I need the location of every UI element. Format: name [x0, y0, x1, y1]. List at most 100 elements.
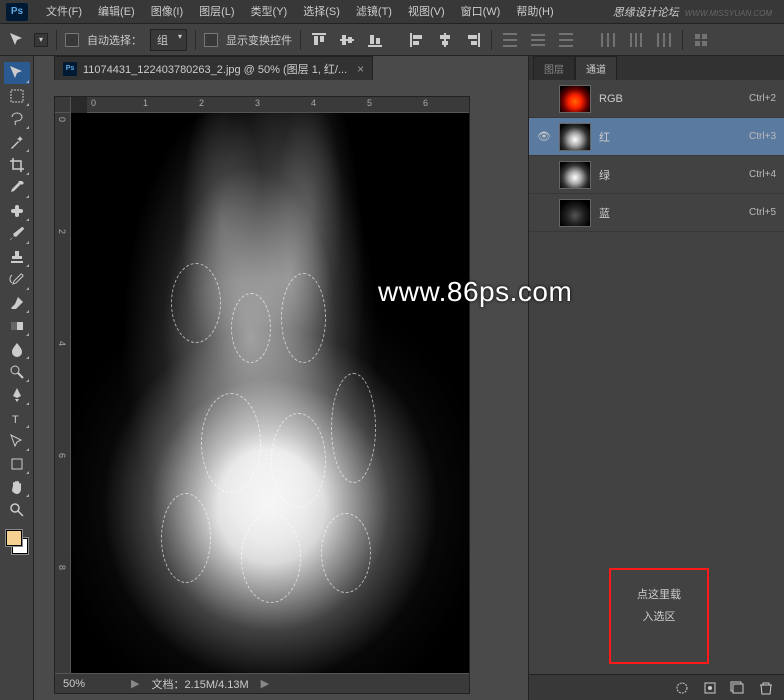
panels: 图层 通道 👁 RGB Ctrl+2 👁 红 Ctrl+3 👁 绿 Ctrl+4…: [528, 56, 784, 700]
status-menu-icon[interactable]: ▶: [261, 677, 269, 690]
marquee-tool[interactable]: [4, 85, 30, 107]
eyedropper-tool[interactable]: [4, 177, 30, 199]
auto-select-label: 自动选择：: [87, 32, 142, 48]
svg-text:T: T: [12, 414, 19, 426]
lasso-tool[interactable]: [4, 108, 30, 130]
path-select-tool[interactable]: [4, 430, 30, 452]
tab-close-icon[interactable]: ×: [357, 62, 364, 76]
channel-shortcut: Ctrl+2: [749, 93, 776, 104]
align-top-icon[interactable]: [309, 30, 329, 50]
channel-shortcut: Ctrl+4: [749, 169, 776, 180]
foreground-swatch[interactable]: [6, 530, 22, 546]
history-brush-tool[interactable]: [4, 269, 30, 291]
menu-window[interactable]: 窗口(W): [453, 0, 509, 24]
pen-tool[interactable]: [4, 384, 30, 406]
gradient-tool[interactable]: [4, 315, 30, 337]
tab-channels[interactable]: 通道: [575, 56, 617, 80]
visibility-icon[interactable]: 👁: [537, 130, 551, 144]
doc-size-label: 文档：2.15M/4.13M: [151, 676, 248, 692]
crop-tool[interactable]: [4, 154, 30, 176]
status-bar: 50% ▶ 文档：2.15M/4.13M ▶: [55, 673, 469, 693]
ps-file-icon: Ps: [63, 62, 77, 76]
move-tool-icon: [8, 31, 26, 49]
align-right-icon[interactable]: [463, 30, 483, 50]
channel-thumb: [559, 161, 591, 189]
channel-name: 蓝: [599, 205, 741, 221]
channel-name: RGB: [599, 93, 741, 105]
move-tool[interactable]: [4, 62, 30, 84]
distribute-vcenter-icon: [528, 30, 548, 50]
auto-align-icon: [691, 30, 711, 50]
channel-red[interactable]: 👁 红 Ctrl+3: [529, 118, 784, 156]
save-selection-icon[interactable]: [702, 680, 718, 696]
menu-file[interactable]: 文件(F): [38, 0, 90, 24]
new-channel-icon[interactable]: [730, 680, 746, 696]
channel-rgb[interactable]: 👁 RGB Ctrl+2: [529, 80, 784, 118]
menu-bar: Ps 文件(F) 编辑(E) 图像(I) 图层(L) 类型(Y) 选择(S) 滤…: [0, 0, 784, 24]
healing-tool[interactable]: [4, 200, 30, 222]
distribute-hcenter-icon: [626, 30, 646, 50]
auto-select-checkbox[interactable]: [65, 33, 79, 47]
dodge-tool[interactable]: [4, 361, 30, 383]
channel-name: 红: [599, 129, 741, 145]
blur-tool[interactable]: [4, 338, 30, 360]
tool-preset-dropdown[interactable]: ▾: [34, 33, 48, 47]
show-transform-checkbox[interactable]: [204, 33, 218, 47]
channels-list: 👁 RGB Ctrl+2 👁 红 Ctrl+3 👁 绿 Ctrl+4 👁 蓝 C…: [529, 80, 784, 232]
channel-thumb: [559, 123, 591, 151]
align-hcenter-icon[interactable]: [435, 30, 455, 50]
document-area: Ps 11074431_122403780263_2.jpg @ 50% (图层…: [34, 56, 520, 700]
channels-footer: [529, 674, 784, 700]
stamp-tool[interactable]: [4, 246, 30, 268]
distribute-bottom-icon: [556, 30, 576, 50]
ruler-vertical[interactable]: 02468: [55, 113, 71, 673]
panel-tabs: 图层 通道: [529, 56, 784, 80]
shape-tool[interactable]: [4, 453, 30, 475]
align-vcenter-icon[interactable]: [337, 30, 357, 50]
eraser-tool[interactable]: [4, 292, 30, 314]
type-tool[interactable]: T: [4, 407, 30, 429]
status-arrow-icon[interactable]: ▶: [131, 677, 139, 690]
channel-thumb: [559, 85, 591, 113]
align-left-icon[interactable]: [407, 30, 427, 50]
auto-select-type[interactable]: 组: [150, 29, 187, 51]
channel-shortcut: Ctrl+5: [749, 207, 776, 218]
distribute-right-icon: [654, 30, 674, 50]
brush-tool[interactable]: [4, 223, 30, 245]
channel-green[interactable]: 👁 绿 Ctrl+4: [529, 156, 784, 194]
color-swatches[interactable]: [4, 528, 30, 556]
show-transform-label: 显示变换控件: [226, 32, 292, 48]
menu-filter[interactable]: 滤镜(T): [348, 0, 400, 24]
channel-blue[interactable]: 👁 蓝 Ctrl+5: [529, 194, 784, 232]
visibility-icon[interactable]: 👁: [537, 92, 551, 106]
canvas[interactable]: [71, 113, 469, 673]
distribute-left-icon: [598, 30, 618, 50]
zoom-level[interactable]: 50%: [63, 678, 119, 690]
magic-wand-tool[interactable]: [4, 131, 30, 153]
tab-layers[interactable]: 图层: [533, 56, 575, 80]
visibility-icon[interactable]: 👁: [537, 206, 551, 220]
visibility-icon[interactable]: 👁: [537, 168, 551, 182]
document-tab[interactable]: Ps 11074431_122403780263_2.jpg @ 50% (图层…: [54, 56, 373, 80]
zoom-tool[interactable]: [4, 499, 30, 521]
delete-channel-icon[interactable]: [758, 680, 774, 696]
document-title: 11074431_122403780263_2.jpg @ 50% (图层 1,…: [83, 61, 347, 77]
options-bar: ▾ 自动选择： 组 显示变换控件: [0, 24, 784, 56]
app-logo: Ps: [6, 3, 28, 21]
channel-shortcut: Ctrl+3: [749, 131, 776, 142]
align-bottom-icon[interactable]: [365, 30, 385, 50]
menu-help[interactable]: 帮助(H): [508, 0, 561, 24]
menu-image[interactable]: 图像(I): [143, 0, 191, 24]
brand-label: 思缘设计论坛WWW.MISSYUAN.COM: [613, 4, 784, 20]
document-window: 01234567 02468 50% ▶ 文档：2.15M/4.13M ▶: [54, 96, 470, 694]
distribute-top-icon: [500, 30, 520, 50]
hand-tool[interactable]: [4, 476, 30, 498]
menu-edit[interactable]: 编辑(E): [90, 0, 143, 24]
menu-view[interactable]: 视图(V): [400, 0, 453, 24]
menu-type[interactable]: 类型(Y): [243, 0, 296, 24]
menu-layer[interactable]: 图层(L): [191, 0, 242, 24]
ruler-horizontal[interactable]: 01234567: [87, 97, 469, 113]
menu-select[interactable]: 选择(S): [295, 0, 348, 24]
load-selection-icon[interactable]: [674, 680, 690, 696]
annotation-box: 点这里载 入选区: [609, 568, 709, 664]
